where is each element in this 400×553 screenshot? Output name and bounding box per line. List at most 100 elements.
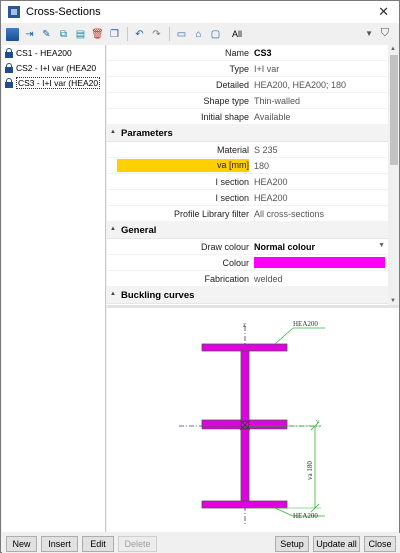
prop-value[interactable]: All cross-sections: [254, 209, 324, 219]
prop-row-i-section[interactable]: I section HEA200: [107, 174, 388, 190]
title-bar: Cross-Sections ✕: [1, 1, 399, 23]
prop-label: I section: [215, 177, 249, 187]
insert-icon[interactable]: ⇥: [23, 28, 36, 41]
scrollbar-thumb[interactable]: [390, 55, 398, 165]
undo-icon[interactable]: ↶: [133, 28, 146, 41]
prop-row-profile-filter[interactable]: Profile Library filter All cross-section…: [107, 206, 388, 222]
scroll-up-icon[interactable]: ▲: [390, 46, 396, 52]
draw-colour-select[interactable]: Normal colour: [254, 242, 315, 252]
dimension-label: va 180: [306, 461, 314, 480]
window-icon[interactable]: ▭: [175, 28, 188, 41]
list-item-label: CS1 - HEA200: [16, 47, 72, 58]
prop-label: Profile Library filter: [173, 209, 249, 219]
filter-icon[interactable]: ⛉: [381, 27, 389, 40]
toolbar: ⇥ ✎ ⧉ ▤ 🗑 ❐ ↶ ↷ ▭ ⌂ ▢ All ▼ ⛉: [1, 24, 399, 44]
prop-label: Name: [224, 48, 249, 58]
prop-row-draw-colour[interactable]: Draw colour Normal colour ▼: [107, 239, 388, 255]
prop-row-shape-type[interactable]: Shape type Thin-walled: [107, 93, 388, 109]
scroll-down-icon[interactable]: ▼: [390, 298, 396, 304]
prop-label: Type: [229, 64, 249, 74]
colour-swatch[interactable]: [254, 257, 385, 268]
prop-label: Colour: [222, 258, 249, 268]
cross-sections-window: Cross-Sections ✕ ⇥ ✎ ⧉ ▤ 🗑 ❐ ↶ ↷ ▭ ⌂ ▢ A…: [0, 0, 400, 553]
chevron-down-icon[interactable]: ▼: [365, 29, 373, 38]
prop-row-material[interactable]: Material S 235: [107, 142, 388, 158]
prop-value: I+I var: [254, 64, 280, 74]
list-item-label: CS2 - I+I var (HEA20: [16, 62, 97, 73]
list-item-label: CS3 - I+I var (HEA20: [16, 76, 101, 89]
prop-label: Fabrication: [204, 274, 249, 284]
prop-label: Shape type: [203, 96, 249, 106]
z-axis-label: z: [243, 321, 246, 329]
prop-row-colour[interactable]: Colour: [107, 255, 388, 271]
open-icon[interactable]: ⌂: [192, 28, 205, 41]
prop-row-name[interactable]: Name CS3: [107, 45, 388, 61]
edit-button[interactable]: Edit: [82, 536, 114, 552]
prop-label: Draw colour: [200, 242, 249, 252]
prop-row-i-section[interactable]: I section HEA200: [107, 190, 388, 206]
list-item[interactable]: CS3 - I+I var (HEA20: [2, 75, 105, 90]
prop-row-detailed[interactable]: Detailed HEA200, HEA200; 180: [107, 77, 388, 93]
section-buckling-curves[interactable]: ▲ Buckling curves: [107, 287, 388, 304]
prop-row-fabrication[interactable]: Fabrication welded: [107, 271, 388, 287]
close-icon[interactable]: ✕: [378, 4, 389, 20]
prop-value: Thin-walled: [254, 96, 301, 106]
prop-row-type[interactable]: Type I+I var: [107, 61, 388, 77]
section-preview: z y HEA200 HEA200 va 180: [107, 308, 399, 532]
prop-label: Initial shape: [200, 112, 249, 122]
list-item[interactable]: CS1 - HEA200: [2, 45, 105, 60]
new-section-icon[interactable]: [6, 27, 19, 41]
delete-button[interactable]: Delete: [118, 536, 157, 552]
sections-list: CS1 - HEA200 CS2 - I+I var (HEA20 CS3 - …: [2, 45, 106, 532]
prop-value[interactable]: HEA200: [254, 193, 288, 203]
paste-icon[interactable]: ▤: [74, 28, 87, 41]
prop-value[interactable]: S 235: [254, 145, 278, 155]
setup-button[interactable]: Setup: [275, 536, 309, 552]
prop-value: HEA200, HEA200; 180: [254, 80, 347, 90]
prop-value[interactable]: welded: [254, 274, 283, 284]
toolbar-separator: [169, 27, 170, 41]
list-item[interactable]: CS2 - I+I var (HEA20: [2, 60, 105, 75]
update-all-button[interactable]: Update all: [313, 536, 360, 552]
window-title: Cross-Sections: [26, 6, 101, 18]
section-parameters[interactable]: ▲ Parameters: [107, 125, 388, 142]
collapse-icon[interactable]: ▲: [110, 129, 116, 135]
prop-label: Detailed: [215, 80, 249, 90]
top-profile-label: HEA200: [293, 320, 318, 328]
top-flange: [201, 343, 288, 352]
properties-scrollbar[interactable]: ▲ ▼: [389, 45, 399, 305]
section-general[interactable]: ▲ General: [107, 222, 388, 239]
new-button[interactable]: New: [6, 536, 37, 552]
section-drawing: z y HEA200 HEA200 va 180: [179, 320, 325, 524]
button-bar: New Insert Edit Delete Setup Update all …: [2, 533, 400, 553]
prop-value: Available: [254, 112, 291, 122]
duplicate-icon[interactable]: ❐: [108, 28, 121, 41]
bottom-profile-label: HEA200: [293, 512, 318, 520]
prop-label: Material: [216, 145, 249, 155]
section-title: General: [121, 225, 157, 236]
filter-select[interactable]: All: [232, 29, 242, 39]
prop-value[interactable]: CS3: [254, 48, 272, 58]
lock-icon: [4, 77, 14, 88]
prop-row-initial-shape[interactable]: Initial shape Available: [107, 109, 388, 125]
chevron-down-icon[interactable]: ▼: [378, 242, 385, 249]
edit-icon[interactable]: ✎: [40, 28, 53, 41]
prop-value[interactable]: HEA200: [254, 177, 288, 187]
collapse-icon[interactable]: ▲: [110, 291, 116, 297]
prop-value[interactable]: 180: [254, 161, 269, 171]
redo-icon[interactable]: ↷: [150, 28, 163, 41]
delete-icon[interactable]: 🗑: [91, 28, 104, 41]
prop-row-va[interactable]: va [mm] 180: [107, 158, 388, 174]
document-icon[interactable]: ▢: [209, 28, 222, 41]
close-button[interactable]: Close: [364, 536, 396, 552]
properties-grid: Name CS3 Type I+I var Detailed HEA200, H…: [107, 45, 388, 305]
prop-label: I section: [215, 193, 249, 203]
lower-web: [240, 428, 250, 502]
lock-icon: [4, 47, 14, 58]
bottom-flange: [201, 500, 288, 509]
insert-button[interactable]: Insert: [41, 536, 78, 552]
lock-icon: [4, 62, 14, 73]
copy-icon[interactable]: ⧉: [57, 28, 70, 41]
collapse-icon[interactable]: ▲: [110, 226, 116, 232]
app-icon: [8, 6, 20, 18]
